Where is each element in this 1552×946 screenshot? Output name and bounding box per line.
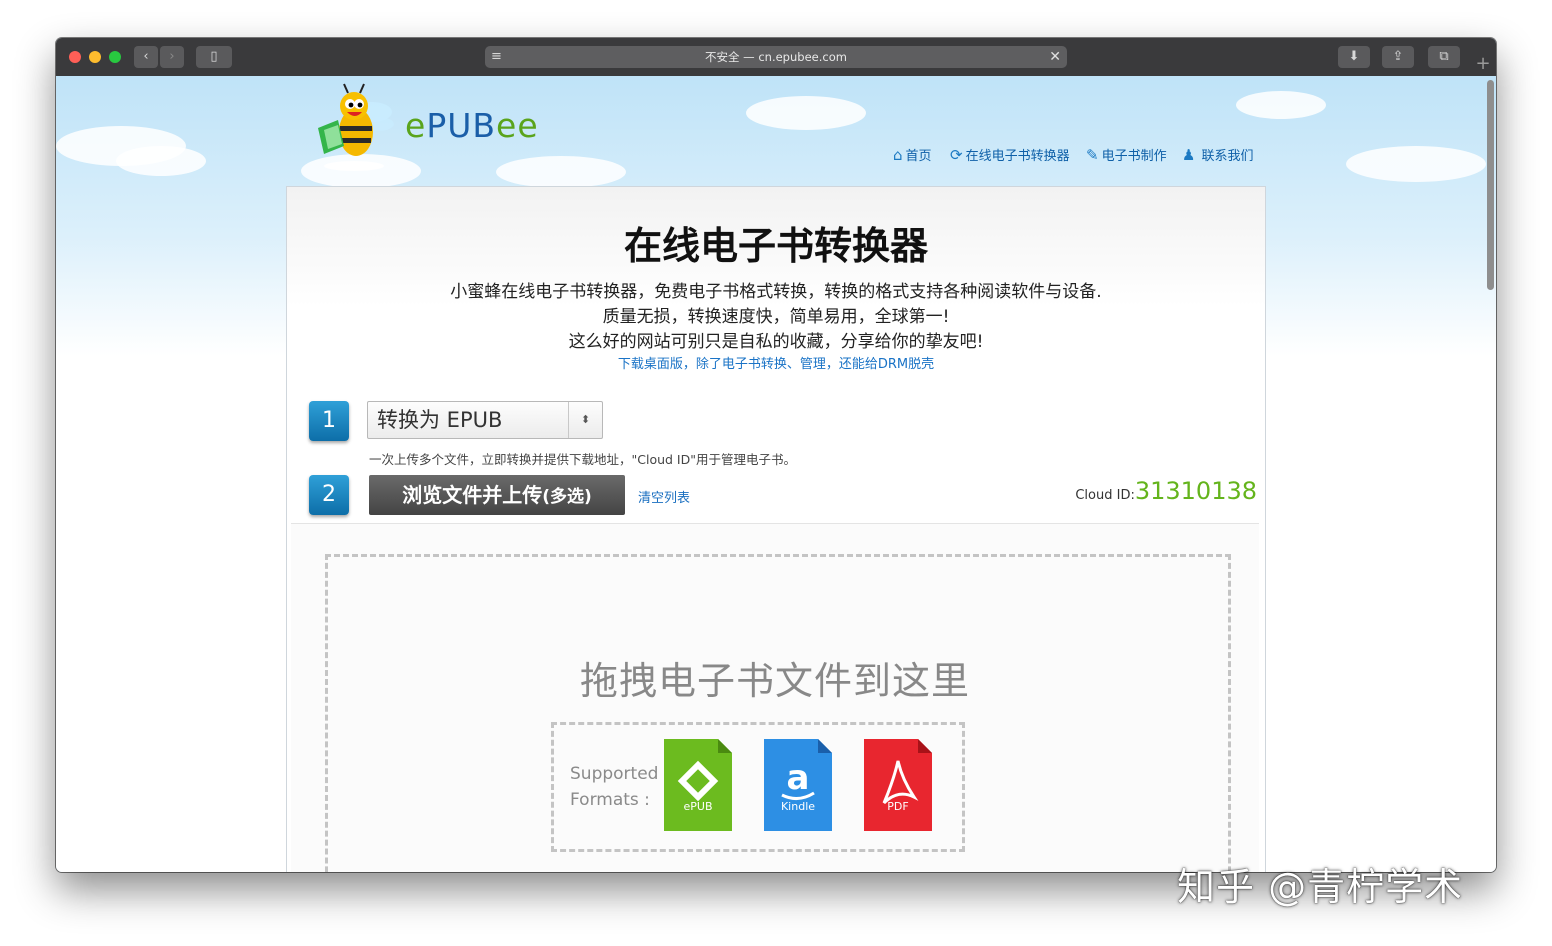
select-arrows-icon: ⬍: [568, 402, 602, 438]
format-select-value: 转换为 EPUB: [377, 408, 503, 432]
address-bar[interactable]: ≡ 不安全 — cn.epubee.com ✕: [485, 46, 1067, 68]
sidebar-icon: ▯: [210, 49, 218, 64]
watermark: 知乎 @青柠学术: [1177, 865, 1464, 909]
format-select[interactable]: 转换为 EPUB ⬍: [367, 401, 603, 439]
edit-icon: ✎: [1086, 145, 1099, 164]
close-window-button[interactable]: [69, 51, 81, 63]
nav-home[interactable]: ⌂ 首页: [893, 145, 932, 165]
upload-hint: 一次上传多个文件，立即转换并提供下载地址，"Cloud ID"用于管理电子书。: [369, 452, 796, 467]
clear-list-link[interactable]: 清空列表: [638, 487, 690, 506]
page-title: 在线电子书转换器: [623, 224, 928, 268]
cloud-decoration: [496, 156, 626, 188]
forward-button[interactable]: ›: [160, 46, 184, 68]
cloud-decoration: [746, 96, 866, 130]
description-line-3: 这么好的网站可别只是自私的收藏，分享给你的挚友吧!: [568, 332, 984, 352]
nav-ebook-maker[interactable]: ✎ 电子书制作: [1086, 145, 1167, 165]
refresh-icon: ⟳: [950, 145, 963, 164]
tabs-button[interactable]: ⧉: [1428, 46, 1460, 68]
nav-contact-label: 联系我们: [1201, 149, 1254, 164]
supported-formats-label: Supported Formats :: [570, 761, 658, 813]
step-2-badge: 2: [309, 475, 349, 515]
logo-pub: PUB: [426, 106, 497, 145]
description-line-2: 质量无损，转换速度快，简单易用，全球第一!: [602, 307, 950, 327]
svg-text:a: a: [787, 758, 810, 798]
download-button[interactable]: ⬇: [1338, 46, 1370, 68]
back-icon: ‹: [143, 49, 149, 64]
logo-text[interactable]: ePUBee: [405, 106, 539, 145]
pdf-format-icon: PDF: [864, 739, 932, 831]
cloud-id: Cloud ID:31310138: [1075, 477, 1257, 505]
forward-icon: ›: [169, 49, 175, 64]
drop-zone-text: 拖拽电子书文件到这里: [579, 659, 970, 703]
kindle-format-icon: a Kindle: [764, 739, 832, 831]
back-button[interactable]: ‹: [134, 46, 158, 68]
tabs-icon: ⧉: [1439, 49, 1449, 64]
page-scrollbar[interactable]: [1487, 80, 1494, 290]
upload-button-suffix: (多选): [542, 487, 592, 507]
kindle-format-label: Kindle: [780, 800, 816, 813]
minimize-window-button[interactable]: [89, 51, 101, 63]
step-1-badge: 1: [309, 401, 349, 441]
cloud-id-value: 31310138: [1134, 477, 1257, 505]
logo-ee: ee: [496, 106, 539, 145]
web-page: ePUBee ⌂ 首页 ⟳ 在线电子书转换器 ✎ 电子书制作 ♟ 联系我们 在线电子书转…: [56, 76, 1496, 872]
zoom-window-button[interactable]: [109, 51, 121, 63]
download-desktop-link[interactable]: 下载桌面版，除了电子书转换、管理，还能给DRM脱壳: [287, 353, 1265, 372]
logo-e: e: [405, 106, 427, 145]
cloud-decoration: [116, 146, 206, 176]
browser-toolbar: ‹ › ▯ ≡ 不安全 — cn.epubee.com ✕ ⬇ ⇪ ⧉ +: [56, 38, 1496, 77]
nav-ebook-maker-label: 电子书制作: [1101, 149, 1167, 164]
user-icon: ♟: [1182, 145, 1196, 164]
nav-contact[interactable]: ♟ 联系我们: [1182, 145, 1254, 165]
epub-format-icon: ePUB: [664, 739, 732, 831]
nav-converter[interactable]: ⟳ 在线电子书转换器: [950, 145, 1070, 165]
nav-converter-label: 在线电子书转换器: [965, 149, 1070, 164]
bee-logo-icon: [318, 83, 394, 171]
browser-window: ‹ › ▯ ≡ 不安全 — cn.epubee.com ✕ ⬇ ⇪ ⧉ + eP…: [56, 38, 1496, 872]
address-text: 不安全 — cn.epubee.com: [705, 50, 847, 64]
supported-line-1: Supported: [570, 764, 659, 784]
new-tab-icon[interactable]: +: [1471, 52, 1495, 76]
supported-formats: Supported Formats : ePUB a Kindle PDF: [551, 722, 965, 852]
epub-format-label: ePUB: [683, 800, 713, 813]
cloud-decoration: [1346, 146, 1486, 182]
supported-line-2: Formats :: [570, 790, 650, 810]
upload-button[interactable]: 浏览文件并上传(多选): [369, 475, 625, 515]
pdf-format-label: PDF: [887, 800, 909, 813]
close-icon[interactable]: ✕: [1049, 46, 1061, 68]
nav-home-label: 首页: [905, 149, 932, 164]
home-icon: ⌂: [893, 145, 903, 164]
cloud-id-label: Cloud ID:: [1075, 488, 1135, 503]
drop-zone[interactable]: 拖拽电子书文件到这里 Supported Formats : ePUB a Kin…: [291, 523, 1259, 872]
converter-card: 在线电子书转换器 小蜜蜂在线电子书转换器，免费电子书格式转换，转换的格式支持各种…: [286, 186, 1266, 872]
cloud-decoration: [1236, 91, 1326, 119]
description-line-1: 小蜜蜂在线电子书转换器，免费电子书格式转换，转换的格式支持各种阅读软件与设备.: [450, 282, 1102, 302]
upload-button-label: 浏览文件并上传: [402, 483, 543, 507]
download-icon: ⬇: [1348, 49, 1360, 64]
sidebar-button[interactable]: ▯: [196, 46, 232, 68]
share-button[interactable]: ⇪: [1382, 46, 1414, 68]
share-icon: ⇪: [1392, 49, 1404, 64]
